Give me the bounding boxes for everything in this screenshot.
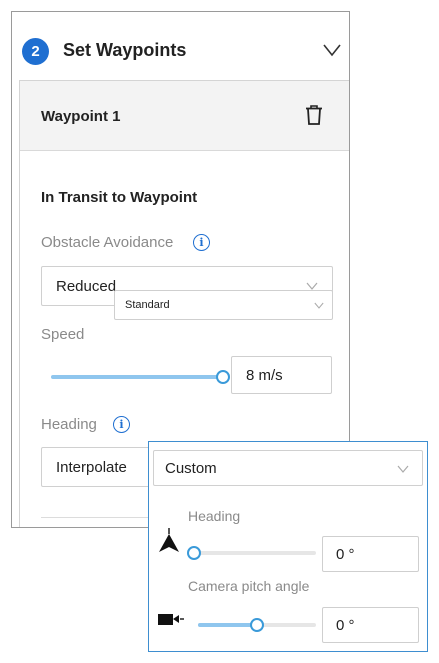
video-camera-icon [158, 614, 184, 625]
chevron-down-icon [306, 282, 318, 290]
heading-angle-value: 0 ° [336, 546, 355, 563]
speed-slider-track[interactable] [51, 375, 223, 379]
chevron-down-icon [314, 302, 324, 309]
speed-label: Speed [41, 326, 85, 343]
chevron-down-icon[interactable] [323, 43, 341, 57]
heading-slider-thumb[interactable] [187, 546, 201, 560]
popup-heading-label: Heading [188, 508, 241, 524]
obstacle-avoidance-label: Obstacle Avoidance [41, 234, 174, 251]
section-title: In Transit to Waypoint [41, 189, 198, 206]
waypoint-title: Waypoint 1 [41, 108, 121, 125]
step-badge: 2 [22, 38, 49, 65]
heading-popup: Custom Heading 0 ° Camera pitch angle 0 … [148, 441, 428, 652]
panel-header[interactable]: 2 Set Waypoints [12, 12, 349, 84]
speed-input[interactable]: 8 m/s [231, 356, 332, 394]
info-icon[interactable]: i [113, 416, 130, 433]
camera-pitch-input[interactable]: 0 ° [322, 607, 419, 643]
camera-pitch-label: Camera pitch angle [188, 578, 310, 594]
trash-icon[interactable] [305, 105, 323, 125]
camera-pitch-slider-fill [198, 623, 257, 627]
speed-value: 8 m/s [246, 367, 283, 384]
obstacle-avoidance-value: Reduced [56, 278, 117, 295]
speed-mode-value: Standard [125, 299, 170, 311]
camera-pitch-slider-thumb[interactable] [250, 618, 264, 632]
heading-slider-track[interactable] [194, 551, 316, 555]
heading-value: Interpolate [56, 459, 127, 476]
arrow-up-icon [159, 528, 179, 552]
heading-label: Heading [41, 416, 97, 433]
info-icon[interactable]: i [193, 234, 210, 251]
heading-mode-value: Custom [165, 460, 217, 477]
heading-mode-select[interactable]: Custom [153, 450, 423, 486]
camera-pitch-value: 0 ° [336, 617, 355, 634]
speed-slider-thumb[interactable] [216, 370, 230, 384]
speed-mode-dropdown[interactable]: Standard [114, 290, 333, 320]
heading-angle-input[interactable]: 0 ° [322, 536, 419, 572]
waypoint-header: Waypoint 1 [20, 81, 349, 151]
panel-title: Set Waypoints [63, 40, 187, 60]
chevron-down-icon [397, 465, 409, 473]
